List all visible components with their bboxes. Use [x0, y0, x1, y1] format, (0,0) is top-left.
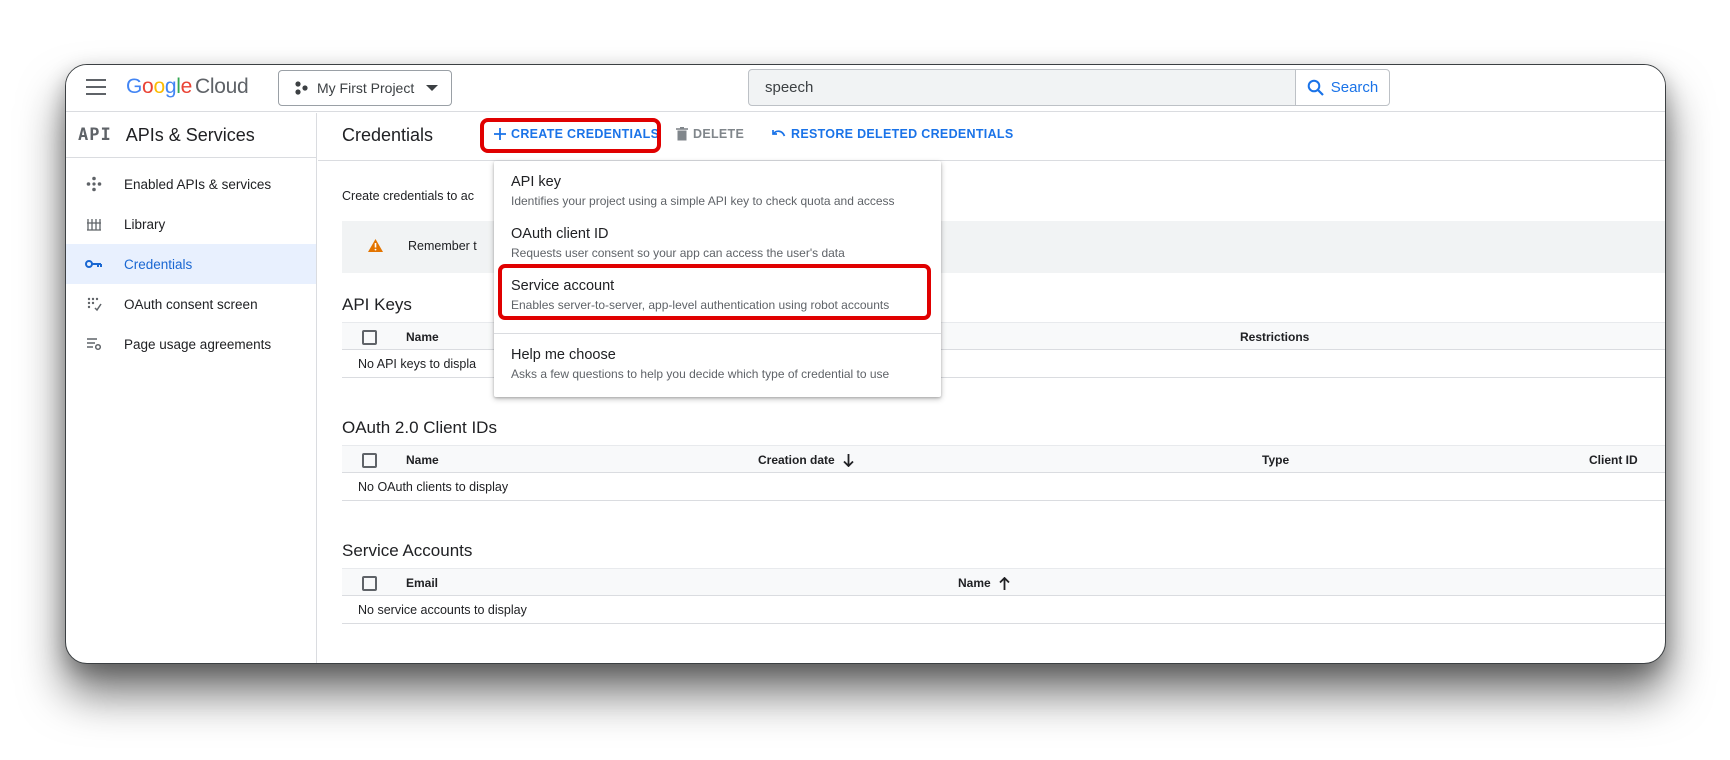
- restore-label: RESTORE DELETED CREDENTIALS: [791, 127, 1014, 141]
- menu-divider: [494, 333, 941, 334]
- api-icon: API: [78, 125, 112, 145]
- page-header: Credentials CREATE CREDENTIALS DELETE RE…: [318, 113, 1665, 161]
- logo-letter: o: [142, 75, 154, 98]
- sidebar-item-label: OAuth consent screen: [124, 296, 258, 312]
- create-credentials-menu: API key Identifies your project using a …: [494, 161, 941, 397]
- page-title: Credentials: [342, 125, 434, 145]
- oauth-empty-row: No OAuth clients to display: [342, 473, 1665, 501]
- empty-text: No API keys to displa: [358, 357, 477, 371]
- column-header[interactable]: Client ID: [1589, 453, 1638, 467]
- key-icon: [84, 258, 104, 270]
- sidebar-item-label: Enabled APIs & services: [124, 176, 272, 192]
- empty-text: No service accounts to display: [358, 603, 527, 617]
- search-icon: [1307, 79, 1324, 96]
- undo-icon: [772, 130, 786, 137]
- select-all-checkbox[interactable]: [362, 576, 377, 591]
- menu-item-help-me-choose[interactable]: Help me choose Asks a few questions to h…: [494, 347, 941, 381]
- browser-window: GoogleCloud My First Project Search API: [65, 64, 1666, 664]
- menu-item-api-key[interactable]: API key Identifies your project using a …: [494, 174, 941, 208]
- sidebar-item-oauth-consent[interactable]: OAuth consent screen: [66, 284, 316, 324]
- menu-item-desc: Identifies your project using a simple A…: [511, 194, 895, 208]
- sidebar-item-label: Credentials: [124, 256, 193, 272]
- api-keys-title: API Keys: [342, 295, 412, 314]
- search-button[interactable]: Search: [1295, 69, 1390, 106]
- highlight-box: [498, 264, 931, 320]
- warning-icon: [368, 239, 383, 252]
- sidebar-title: APIs & Services: [125, 124, 255, 145]
- column-header[interactable]: Email: [406, 576, 438, 590]
- project-hub-icon: [295, 81, 308, 95]
- delete-button[interactable]: DELETE: [676, 127, 744, 141]
- menu-item-title: Help me choose: [511, 347, 616, 363]
- column-header-label: Creation date: [758, 453, 835, 467]
- search-input[interactable]: [749, 70, 1289, 105]
- menu-item-desc: Requests user consent so your app can ac…: [511, 246, 845, 260]
- google-cloud-logo[interactable]: Google Cloud: [126, 75, 249, 99]
- sidebar-item-credentials[interactable]: Credentials: [66, 244, 316, 284]
- menu-item-oauth-client-id[interactable]: OAuth client ID Requests user consent so…: [494, 226, 941, 260]
- banner-text: Remember t: [408, 239, 477, 253]
- sidebar-item-label: Library: [124, 216, 166, 232]
- search-box: [748, 69, 1352, 106]
- service-accounts-table-header: Email Name: [342, 568, 1665, 596]
- service-accounts-empty-row: No service accounts to display: [342, 596, 1665, 624]
- chevron-down-icon: [426, 85, 439, 91]
- main-content: Credentials CREATE CREDENTIALS DELETE RE…: [318, 113, 1665, 663]
- library-icon: [84, 216, 104, 232]
- select-all-checkbox[interactable]: [362, 330, 377, 345]
- oauth-title: OAuth 2.0 Client IDs: [342, 418, 497, 437]
- project-selector-button[interactable]: My First Project: [278, 70, 452, 106]
- sidebar-header: API APIs & Services: [66, 113, 316, 158]
- sidebar: API APIs & Services Enabled APIs & servi…: [66, 113, 317, 663]
- arrow-down-icon: [843, 453, 854, 467]
- sidebar-item-library[interactable]: Library: [66, 204, 316, 244]
- project-name: My First Project: [317, 80, 415, 96]
- search-button-label: Search: [1330, 79, 1379, 96]
- sidebar-item-page-usage-agreements[interactable]: Page usage agreements: [66, 324, 316, 364]
- restore-deleted-credentials-button[interactable]: RESTORE DELETED CREDENTIALS: [771, 127, 1013, 141]
- sidebar-list: Enabled APIs & services Library Credenti…: [66, 158, 316, 364]
- menu-item-title: API key: [511, 174, 561, 190]
- sidebar-item-label: Page usage agreements: [124, 336, 272, 352]
- logo-letter: G: [126, 75, 143, 98]
- column-header-creation-date[interactable]: Creation date: [758, 453, 854, 467]
- logo-letter: g: [164, 75, 177, 98]
- logo-letter: o: [153, 75, 165, 98]
- oauth-table-header: Name Creation date Type Client ID: [342, 445, 1665, 473]
- hamburger-menu-icon[interactable]: [86, 79, 106, 97]
- intro-text: Create credentials to ac: [342, 189, 475, 203]
- column-header[interactable]: Restrictions: [1240, 330, 1309, 344]
- settings-list-icon: [84, 336, 104, 352]
- arrow-up-icon: [999, 576, 1010, 590]
- trash-icon: [676, 127, 688, 141]
- column-header[interactable]: Type: [1262, 453, 1289, 467]
- service-accounts-title: Service Accounts: [342, 541, 473, 560]
- top-bar: GoogleCloud My First Project Search: [66, 65, 1665, 112]
- hub-icon: [84, 176, 104, 192]
- column-header-name[interactable]: Name: [958, 576, 1010, 590]
- highlight-box: [480, 118, 661, 153]
- menu-item-title: OAuth client ID: [511, 226, 609, 242]
- logo-letter: e: [180, 75, 193, 98]
- delete-label: DELETE: [693, 127, 745, 141]
- menu-item-desc: Asks a few questions to help you decide …: [511, 367, 890, 381]
- select-all-checkbox[interactable]: [362, 453, 377, 468]
- column-header[interactable]: Name: [406, 330, 439, 344]
- column-header[interactable]: Name: [406, 453, 439, 467]
- sidebar-item-enabled-apis[interactable]: Enabled APIs & services: [66, 164, 316, 204]
- logo-suffix: Cloud: [194, 75, 249, 98]
- consent-icon: [84, 296, 104, 312]
- empty-text: No OAuth clients to display: [358, 480, 509, 494]
- column-header-label: Name: [958, 576, 991, 590]
